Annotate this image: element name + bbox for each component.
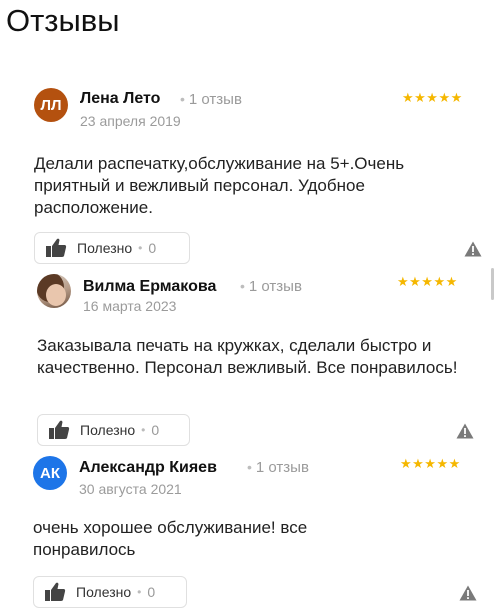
useful-button[interactable]: Полезно • 0	[34, 232, 190, 264]
separator-dot: •	[141, 423, 146, 437]
useful-label: Полезно	[80, 422, 136, 438]
separator-dot: •	[138, 241, 143, 255]
warning-triangle-icon[interactable]	[456, 423, 474, 439]
separator-dot: •	[137, 585, 142, 599]
scrollbar-thumb[interactable]	[491, 268, 494, 300]
review-date: 23 апреля 2019	[80, 113, 181, 129]
useful-count: 0	[151, 422, 160, 438]
review-text: Заказывала печать на кружках, сделали бы…	[37, 336, 458, 377]
author-name[interactable]: Лена Лето	[80, 90, 160, 108]
author-name[interactable]: Александр Кияев	[79, 459, 217, 477]
author-reviews-count: • 1 отзыв	[240, 278, 302, 295]
useful-label: Полезно	[77, 240, 133, 256]
avatar-photo-face	[46, 284, 66, 306]
reviews-page: Отзывы ЛЛ Лена Лето • 1 отзыв 23 апреля 2…	[0, 0, 495, 616]
author-name[interactable]: Вилма Ермакова	[83, 278, 216, 296]
useful-count: 0	[147, 584, 156, 600]
avatar-initials: АК	[40, 464, 60, 482]
avatar[interactable]: ЛЛ	[34, 88, 68, 122]
rating-stars: ★★★★★	[402, 90, 463, 105]
useful-count: 0	[148, 240, 157, 256]
review-text: Делали распечатку,обслуживание на 5+.Оче…	[34, 154, 405, 217]
rating-stars: ★★★★★	[397, 274, 458, 289]
rating-stars: ★★★★★	[400, 456, 461, 471]
avatar-photo[interactable]	[37, 274, 71, 308]
avatar[interactable]: АК	[33, 456, 67, 490]
thumbs-up-icon	[46, 238, 67, 257]
author-reviews-count: • 1 отзыв	[180, 91, 242, 108]
author-reviews-count: • 1 отзыв	[247, 459, 309, 476]
useful-button[interactable]: Полезно • 0	[33, 576, 187, 608]
useful-button[interactable]: Полезно • 0	[37, 414, 190, 446]
avatar-initials: ЛЛ	[40, 96, 62, 114]
review-text: очень хорошее обслуживание! все понравил…	[33, 518, 308, 559]
thumbs-up-icon	[45, 582, 66, 601]
thumbs-up-icon	[49, 420, 70, 439]
warning-triangle-icon[interactable]	[459, 585, 477, 601]
review-date: 30 августа 2021	[79, 481, 182, 497]
page-title: Отзывы	[6, 3, 120, 38]
warning-triangle-icon[interactable]	[464, 241, 482, 257]
useful-label: Полезно	[76, 584, 132, 600]
review-date: 16 марта 2023	[83, 298, 177, 314]
